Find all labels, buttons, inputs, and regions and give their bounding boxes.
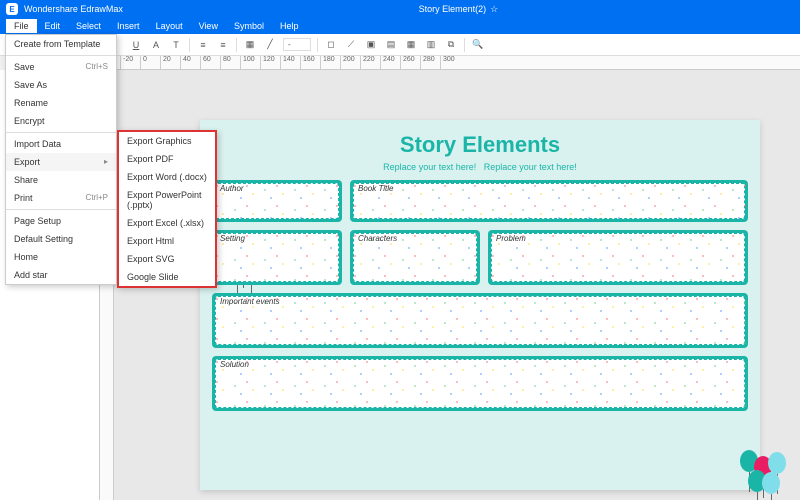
box-problem[interactable]: Problem (488, 230, 748, 285)
menu-item-add-star[interactable]: Add star (6, 266, 116, 284)
toolbar: ↶ ↷ - B I U A T ≡ ≡ ▦ ╱ - ◻ ⟋ ▣ ▤ ▦ ▥ ⧉ … (0, 34, 800, 56)
ruler-mark: 60 (200, 56, 220, 69)
underline-icon[interactable]: U (129, 38, 143, 52)
menu-item-import-data[interactable]: Import Data (6, 135, 116, 153)
ruler-mark: 40 (180, 56, 200, 69)
export-svg[interactable]: Export SVG (119, 250, 215, 268)
ruler-mark: 80 (220, 56, 240, 69)
menu-item-page-setup[interactable]: Page Setup (6, 212, 116, 230)
title-bar: E Wondershare EdrawMax Story Element(2) … (0, 0, 800, 18)
horizontal-ruler: -40-200204060801001201401601802002202402… (100, 56, 800, 70)
ruler-mark: 20 (160, 56, 180, 69)
ruler-mark: 0 (140, 56, 160, 69)
table-icon[interactable]: ▦ (404, 38, 418, 52)
menu-item-print[interactable]: PrintCtrl+P (6, 189, 116, 207)
menu-item-create-template[interactable]: Create from Template (6, 35, 116, 53)
line-weight-select[interactable]: - (283, 38, 311, 51)
export-graphics[interactable]: Export Graphics (119, 132, 215, 150)
menu-item-share[interactable]: Share (6, 171, 116, 189)
ruler-mark: 140 (280, 56, 300, 69)
ruler-mark: 240 (380, 56, 400, 69)
worksheet-title[interactable]: Story Elements (200, 120, 760, 158)
file-menu-dropdown: Create from Template SaveCtrl+S Save As … (5, 34, 117, 285)
connector-icon[interactable]: ⟋ (344, 38, 358, 52)
align-left-icon[interactable]: ≡ (196, 38, 210, 52)
export-powerpoint[interactable]: Export PowerPoint (.pptx) (119, 186, 215, 214)
align-center-icon[interactable]: ≡ (216, 38, 230, 52)
app-name: Wondershare EdrawMax (24, 4, 123, 14)
box-setting[interactable]: Setting (212, 230, 342, 285)
menu-select[interactable]: Select (68, 19, 109, 33)
line-icon[interactable]: ╱ (263, 38, 277, 52)
menu-item-save[interactable]: SaveCtrl+S (6, 58, 116, 76)
ruler-mark: -20 (120, 56, 140, 69)
box-author[interactable]: Author (212, 180, 342, 222)
ruler-mark: 200 (340, 56, 360, 69)
menu-insert[interactable]: Insert (109, 19, 148, 33)
menu-file[interactable]: File (6, 19, 37, 33)
fill-icon[interactable]: ▦ (243, 38, 257, 52)
ruler-mark: 300 (440, 56, 460, 69)
star-icon[interactable]: ☆ (490, 4, 498, 15)
ruler-mark: 220 (360, 56, 380, 69)
group-icon[interactable]: ⧉ (444, 38, 458, 52)
layers-icon[interactable]: ▥ (424, 38, 438, 52)
shape-icon[interactable]: ◻ (324, 38, 338, 52)
menu-item-export[interactable]: Export▸ (6, 153, 116, 171)
export-google-slide[interactable]: Google Slide (119, 268, 215, 286)
menu-view[interactable]: View (191, 19, 226, 33)
font-color-icon[interactable]: A (149, 38, 163, 52)
export-html[interactable]: Export Html (119, 232, 215, 250)
ruler-mark: 260 (400, 56, 420, 69)
box-book-title[interactable]: Book Title (350, 180, 748, 222)
ruler-mark: 280 (420, 56, 440, 69)
menu-item-save-as[interactable]: Save As (6, 76, 116, 94)
document-title-area: Story Element(2) ☆ (419, 4, 499, 15)
text-tool-icon[interactable]: T (169, 38, 183, 52)
chart-icon[interactable]: ▤ (384, 38, 398, 52)
ruler-mark: 100 (240, 56, 260, 69)
image-icon[interactable]: ▣ (364, 38, 378, 52)
export-submenu: Export Graphics Export PDF Export Word (… (117, 130, 217, 288)
page[interactable]: Story Elements Replace your text here! R… (200, 120, 760, 490)
menu-item-rename[interactable]: Rename (6, 94, 116, 112)
document-title: Story Element(2) (419, 4, 487, 14)
box-characters[interactable]: Characters (350, 230, 480, 285)
ruler-mark: 160 (300, 56, 320, 69)
ruler-mark: 120 (260, 56, 280, 69)
zoom-icon[interactable]: 🔍 (471, 38, 485, 52)
menu-item-home[interactable]: Home (6, 248, 116, 266)
menu-edit[interactable]: Edit (37, 19, 69, 33)
menu-symbol[interactable]: Symbol (226, 19, 272, 33)
export-excel[interactable]: Export Excel (.xlsx) (119, 214, 215, 232)
box-important-events[interactable]: Important events (212, 293, 748, 348)
menu-help[interactable]: Help (272, 19, 307, 33)
worksheet-subtitle[interactable]: Replace your text here! Replace your tex… (200, 162, 760, 172)
export-pdf[interactable]: Export PDF (119, 150, 215, 168)
menu-item-default-setting[interactable]: Default Setting (6, 230, 116, 248)
export-word[interactable]: Export Word (.docx) (119, 168, 215, 186)
app-logo-icon: E (6, 3, 18, 15)
menu-item-encrypt[interactable]: Encrypt (6, 112, 116, 130)
box-solution[interactable]: Solution (212, 356, 748, 411)
menu-layout[interactable]: Layout (148, 19, 191, 33)
ruler-mark: 180 (320, 56, 340, 69)
menu-bar: File Edit Select Insert Layout View Symb… (0, 18, 800, 34)
